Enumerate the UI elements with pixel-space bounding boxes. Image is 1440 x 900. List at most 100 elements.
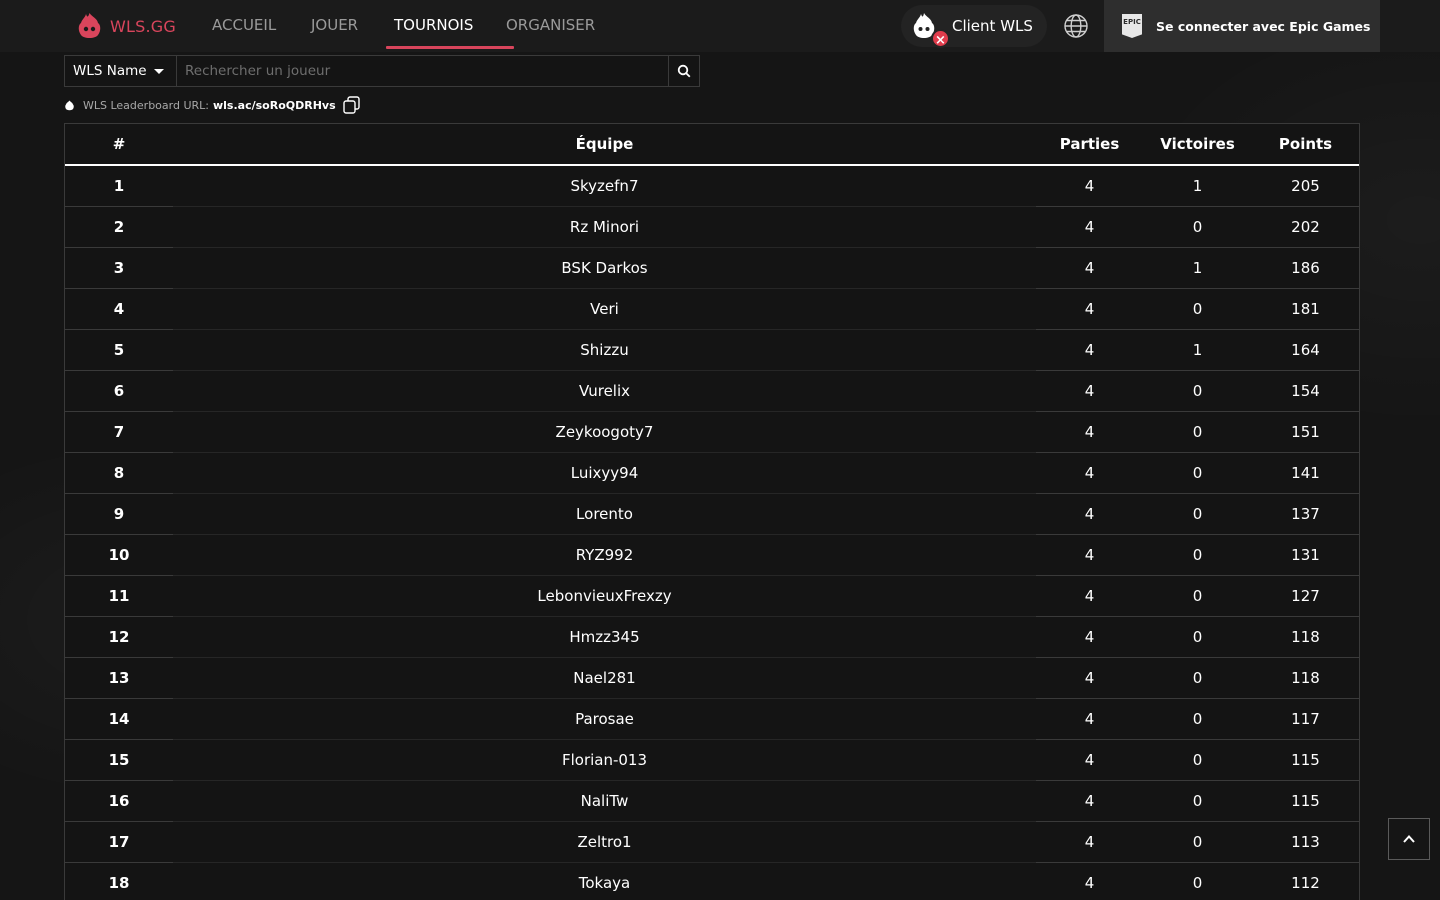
nav-organiser[interactable]: ORGANISER	[506, 0, 606, 52]
row-games: 4	[1084, 751, 1095, 769]
row-wins: 0	[1192, 464, 1203, 482]
epic-login-button[interactable]: EPIC Se connecter avec Epic Games	[1104, 0, 1380, 52]
table-row[interactable]: 5 Shizzu 4 1 164	[65, 330, 1359, 371]
row-rank: 9	[113, 505, 125, 523]
leaderboard-table: # Équipe Parties Victoires Points 1 Skyze…	[64, 123, 1360, 900]
header-wins: Victoires	[1160, 135, 1235, 153]
table-row[interactable]: 12 Hmzz345 4 0 118	[65, 617, 1359, 658]
table-row[interactable]: 15 Florian-013 4 0 115	[65, 740, 1359, 781]
row-rank: 13	[108, 669, 130, 687]
row-rank: 4	[113, 300, 125, 318]
client-label: Client WLS	[952, 17, 1033, 35]
row-team: Zeltro1	[577, 833, 632, 851]
row-games: 4	[1084, 505, 1095, 523]
row-wins: 0	[1192, 218, 1203, 236]
row-team: Nael281	[573, 669, 636, 687]
row-team: LebonvieuxFrexzy	[537, 587, 672, 605]
row-rank: 5	[113, 341, 125, 359]
table-row[interactable]: 3 BSK Darkos 4 1 186	[65, 248, 1359, 289]
table-row[interactable]: 10 RYZ992 4 0 131	[65, 535, 1359, 576]
row-games: 4	[1084, 341, 1095, 359]
brand-logo[interactable]: WLS.GG	[76, 12, 176, 40]
row-team: NaliTw	[580, 792, 629, 810]
table-row[interactable]: 7 Zeykoogoty7 4 0 151	[65, 412, 1359, 453]
client-wls-button[interactable]: × Client WLS	[901, 5, 1047, 48]
row-rank: 17	[108, 833, 130, 851]
table-row[interactable]: 18 Tokaya 4 0 112	[65, 863, 1359, 900]
table-row[interactable]: 1 Skyzefn7 4 1 205	[65, 166, 1359, 207]
url-value[interactable]: wls.ac/soRoQDRHvs	[213, 99, 336, 112]
row-points: 137	[1291, 505, 1320, 523]
table-row[interactable]: 2 Rz Minori 4 0 202	[65, 207, 1359, 248]
search-icon	[677, 64, 691, 78]
row-wins: 0	[1192, 792, 1203, 810]
search-filter-dropdown[interactable]: WLS Name	[65, 56, 177, 86]
row-wins: 0	[1192, 300, 1203, 318]
row-wins: 0	[1192, 382, 1203, 400]
row-points: 118	[1291, 628, 1320, 646]
row-team: Hmzz345	[569, 628, 640, 646]
row-team: Tokaya	[578, 874, 631, 892]
row-games: 4	[1084, 546, 1095, 564]
epic-login-label: Se connecter avec Epic Games	[1156, 18, 1371, 34]
row-team: BSK Darkos	[561, 259, 648, 277]
top-navbar: WLS.GG ACCUEIL JOUER TOURNOIS ORGANISER …	[0, 0, 1440, 52]
row-games: 4	[1084, 669, 1095, 687]
row-team: Vurelix	[578, 382, 631, 400]
search-input[interactable]	[177, 56, 668, 86]
table-row[interactable]: 9 Lorento 4 0 137	[65, 494, 1359, 535]
epic-games-icon: EPIC	[1122, 14, 1142, 38]
table-row[interactable]: 8 Luixyy94 4 0 141	[65, 453, 1359, 494]
table-header: # Équipe Parties Victoires Points	[65, 124, 1359, 166]
wls-logo-icon	[78, 13, 101, 38]
header-team: Équipe	[575, 135, 634, 153]
table-row[interactable]: 17 Zeltro1 4 0 113	[65, 822, 1359, 863]
row-wins: 0	[1192, 833, 1203, 851]
client-status: ×	[911, 12, 950, 48]
row-rank: 15	[108, 751, 130, 769]
row-team: Skyzefn7	[570, 177, 639, 195]
row-team: Shizzu	[580, 341, 629, 359]
header-points: Points	[1278, 135, 1333, 153]
row-rank: 8	[113, 464, 125, 482]
copy-icon[interactable]	[341, 95, 361, 115]
row-points: 205	[1291, 177, 1320, 195]
globe-icon[interactable]	[1063, 13, 1089, 39]
header-games: Parties	[1059, 135, 1120, 153]
row-points: 202	[1291, 218, 1320, 236]
leaderboard-url: WLS Leaderboard URL: wls.ac/soRoQDRHvs	[64, 96, 361, 114]
brand-name: WLS.GG	[110, 16, 176, 36]
scroll-to-top-button[interactable]	[1388, 818, 1430, 860]
search-button[interactable]	[668, 56, 699, 86]
search-filter-value: WLS Name	[73, 63, 147, 79]
row-games: 4	[1084, 628, 1095, 646]
row-rank: 3	[113, 259, 125, 277]
table-row[interactable]: 6 Vurelix 4 0 154	[65, 371, 1359, 412]
nav-accueil[interactable]: ACCUEIL	[212, 0, 311, 52]
row-points: 181	[1291, 300, 1320, 318]
row-points: 118	[1291, 669, 1320, 687]
row-points: 154	[1291, 382, 1320, 400]
table-row[interactable]: 13 Nael281 4 0 118	[65, 658, 1359, 699]
table-row[interactable]: 4 Veri 4 0 181	[65, 289, 1359, 330]
row-points: 186	[1291, 259, 1320, 277]
main-nav: ACCUEIL JOUER TOURNOIS ORGANISER	[212, 0, 606, 52]
nav-tournois[interactable]: TOURNOIS	[386, 0, 514, 52]
table-row[interactable]: 16 NaliTw 4 0 115	[65, 781, 1359, 822]
row-wins: 0	[1192, 628, 1203, 646]
nav-jouer[interactable]: JOUER	[311, 0, 394, 52]
x-icon: ×	[931, 29, 950, 48]
row-points: 115	[1291, 751, 1320, 769]
row-points: 117	[1291, 710, 1320, 728]
table-row[interactable]: 14 Parosae 4 0 117	[65, 699, 1359, 740]
table-row[interactable]: 11 LebonvieuxFrexzy 4 0 127	[65, 576, 1359, 617]
row-rank: 10	[108, 546, 130, 564]
row-team: Lorento	[576, 505, 633, 523]
row-games: 4	[1084, 423, 1095, 441]
row-rank: 12	[108, 628, 130, 646]
row-wins: 1	[1192, 177, 1203, 195]
row-points: 141	[1291, 464, 1320, 482]
row-team: Luixyy94	[570, 464, 639, 482]
row-rank: 18	[108, 874, 130, 892]
row-wins: 0	[1192, 423, 1203, 441]
